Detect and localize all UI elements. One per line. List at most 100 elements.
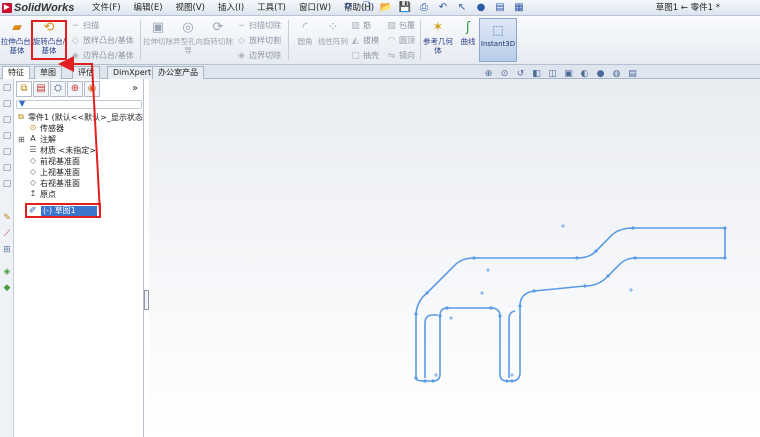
boundary-cut-button[interactable]: ◈ 边界切除: [236, 48, 281, 63]
print-icon[interactable]: ⎙: [416, 1, 432, 15]
menu-view[interactable]: 视图(V): [172, 2, 214, 14]
tree-root-part[interactable]: ⧉ 零件1 (默认<<默认>_显示状态: [14, 112, 144, 123]
cube-bottom-icon[interactable]: ▢: [1, 177, 13, 191]
cube-iso-icon[interactable]: ▢: [1, 145, 13, 159]
draft-button[interactable]: ◭ 拔模: [350, 33, 379, 48]
expand-panel-icon[interactable]: »: [132, 81, 144, 99]
cube-top-icon[interactable]: ▢: [1, 113, 13, 127]
filter-icon: ▼: [19, 99, 26, 108]
revolve-cut-button[interactable]: ⟳ 旋转切除: [201, 18, 235, 62]
dome-icon: ◠: [387, 35, 396, 46]
solidworks-logo-icon: [2, 3, 12, 13]
boundary-boss-icon: ◈: [72, 50, 79, 61]
cube-front-icon[interactable]: ▢: [1, 97, 13, 111]
feature-filter-input[interactable]: ▼: [16, 99, 142, 109]
draft-icon: ◭: [352, 35, 359, 46]
reference-geometry-icon: ✶: [432, 20, 444, 35]
dome-button[interactable]: ◠ 圆顶: [386, 33, 415, 48]
wrap-label: 包覆: [399, 21, 415, 30]
tree-item-label: 右视基准面: [40, 179, 80, 188]
tree-item-annotations[interactable]: ⊞ A 注解: [14, 134, 144, 145]
sketch-inner-slot-left: [424, 314, 438, 378]
tree-item-right-plane[interactable]: ◇ 右视基准面: [14, 178, 144, 189]
property-manager-tab-icon[interactable]: ▤: [33, 81, 49, 97]
tree-item-front-plane[interactable]: ◇ 前视基准面: [14, 156, 144, 167]
menu-file[interactable]: 文件(F): [88, 2, 130, 14]
tree-item-material[interactable]: ☰ 材质 <未指定>: [14, 145, 144, 156]
feature-manager-tab-icon[interactable]: ⧉: [16, 81, 32, 97]
swept-cut-button[interactable]: ∽ 扫描切除: [236, 18, 281, 33]
shell-button[interactable]: ▢ 抽壳: [350, 48, 379, 63]
menu-tools[interactable]: 工具(T): [253, 2, 295, 14]
linear-pattern-button[interactable]: ⁘ 线性阵列: [316, 18, 350, 62]
title-bar: SolidWorks 文件(F) 编辑(E) 视图(V) 插入(I) 工具(T)…: [0, 0, 760, 16]
tab-evaluate[interactable]: 评估: [72, 66, 100, 79]
sketch-point: [498, 314, 502, 318]
curves-icon: ʃ: [465, 20, 471, 35]
part-icon: ⧉: [18, 112, 24, 121]
sketch-point: [438, 314, 442, 318]
tree-item-sensors[interactable]: ⊙ 传感器: [14, 123, 144, 134]
solidworks-logo[interactable]: SolidWorks: [2, 1, 74, 15]
new-document-icon[interactable]: 🗋: [359, 1, 375, 15]
sketch-point: [510, 379, 514, 383]
mirror-icon: ⇋: [387, 50, 396, 61]
sketch-tool-icon[interactable]: ✎: [1, 211, 13, 225]
arc-center-mark: [486, 268, 490, 272]
tab-dimxpert[interactable]: DimXpert: [107, 66, 158, 79]
tab-features[interactable]: 特征: [2, 66, 30, 79]
document-title: 草图1 ← 零件1 *: [655, 3, 720, 13]
extrude-cut-label: 拉伸切除: [143, 37, 173, 46]
cube-right-icon[interactable]: ▢: [1, 129, 13, 143]
loft-icon: ◇: [72, 35, 79, 46]
tree-item-origin[interactable]: ↥ 原点: [14, 189, 144, 200]
swept-cut-icon: ∽: [237, 20, 246, 31]
boss-small-commands: ∽ 扫描 ◇ 放样凸台/基体 ◈ 边界凸台/基体: [70, 18, 134, 63]
loft-button[interactable]: ◇ 放样凸台/基体: [70, 33, 134, 48]
tree-item-sketch1[interactable]: ✐ (-) 草图1: [25, 203, 101, 218]
extrude-boss-button[interactable]: ▰ 拉伸凸台/基体: [0, 18, 34, 62]
tree-item-label: 材质 <未指定>: [40, 146, 96, 155]
menu-insert[interactable]: 插入(I): [214, 2, 253, 14]
smart-dimension-icon[interactable]: ⟋: [1, 227, 13, 241]
menu-edit[interactable]: 编辑(E): [130, 2, 172, 14]
file-properties-icon[interactable]: ▤: [492, 1, 508, 15]
mirror-button[interactable]: ⇋ 镜向: [386, 48, 415, 63]
traffic-light-icon[interactable]: ●: [473, 1, 489, 15]
extrude-boss-icon: ▰: [12, 20, 22, 35]
select-icon[interactable]: ↖: [454, 1, 470, 15]
configuration-manager-tab-icon[interactable]: ⛭: [50, 81, 66, 97]
save-icon[interactable]: 💾: [397, 1, 413, 15]
pin-icon[interactable]: ⚲: [340, 1, 356, 15]
sketch-point: [505, 379, 509, 383]
dimxpert-manager-tab-icon[interactable]: ⊕: [67, 81, 83, 97]
instant3d-button[interactable]: ⬚ Instant3D: [479, 18, 517, 62]
sketch-canvas: [414, 224, 727, 383]
sketch-point: [518, 304, 522, 308]
tree-item-label: 注解: [40, 135, 56, 144]
tree-item-top-plane[interactable]: ◇ 上视基准面: [14, 167, 144, 178]
rib-button[interactable]: ▥ 筋: [350, 18, 379, 33]
extrude-cut-button[interactable]: ▣ 拉伸切除: [141, 18, 175, 62]
sweep-button[interactable]: ∽ 扫描: [70, 18, 134, 33]
cube-back-icon[interactable]: ▢: [1, 161, 13, 175]
boundary-boss-button[interactable]: ◈ 边界凸台/基体: [70, 48, 134, 63]
open-folder-icon[interactable]: 📂: [378, 1, 394, 15]
relations-icon[interactable]: ⊞: [1, 243, 13, 257]
view-cube-icon[interactable]: ▢: [1, 81, 13, 95]
options-icon[interactable]: ▦: [511, 1, 527, 15]
graphics-area[interactable]: [149, 79, 760, 437]
menu-window[interactable]: 窗口(W): [295, 2, 340, 14]
undo-icon[interactable]: ↶: [435, 1, 451, 15]
display-manager-tab-icon[interactable]: ◉: [84, 81, 100, 97]
reference-geometry-button[interactable]: ✶ 参考几何体: [421, 18, 455, 62]
expand-icon[interactable]: ⊞: [18, 134, 25, 145]
lofted-cut-button[interactable]: ◇ 放样切割: [236, 33, 281, 48]
hole-wizard-button[interactable]: ◎ 异型孔向导: [171, 18, 205, 62]
wrap-button[interactable]: ▧ 包覆: [386, 18, 415, 33]
appearances-icon[interactable]: ◈: [1, 265, 13, 279]
tab-sketch[interactable]: 草图: [34, 66, 62, 79]
tab-office-products[interactable]: 办公室产品: [152, 66, 204, 79]
sketch-point: [631, 226, 635, 230]
design-library-icon[interactable]: ◆: [1, 281, 13, 295]
